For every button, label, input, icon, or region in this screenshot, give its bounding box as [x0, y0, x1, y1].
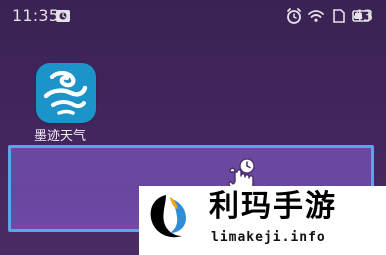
- moji-weather-icon[interactable]: [36, 63, 96, 123]
- alarm-icon: [287, 8, 301, 24]
- battery-level-text: 43: [353, 6, 374, 25]
- sim-icon: [333, 9, 345, 23]
- status-bar: 11:35 43: [0, 0, 386, 34]
- status-time: 11:35: [12, 6, 60, 25]
- wifi-icon: [308, 10, 324, 22]
- watermark-domain: limakeji.info: [211, 230, 326, 245]
- moji-weather-label: 墨迹天气: [34, 129, 87, 144]
- notification-icon: [56, 10, 70, 22]
- watermark-banner: 利玛手游 limakeji.info: [139, 186, 386, 255]
- watermark-title: 利玛手游: [209, 189, 337, 224]
- watermark-logo: [150, 195, 186, 238]
